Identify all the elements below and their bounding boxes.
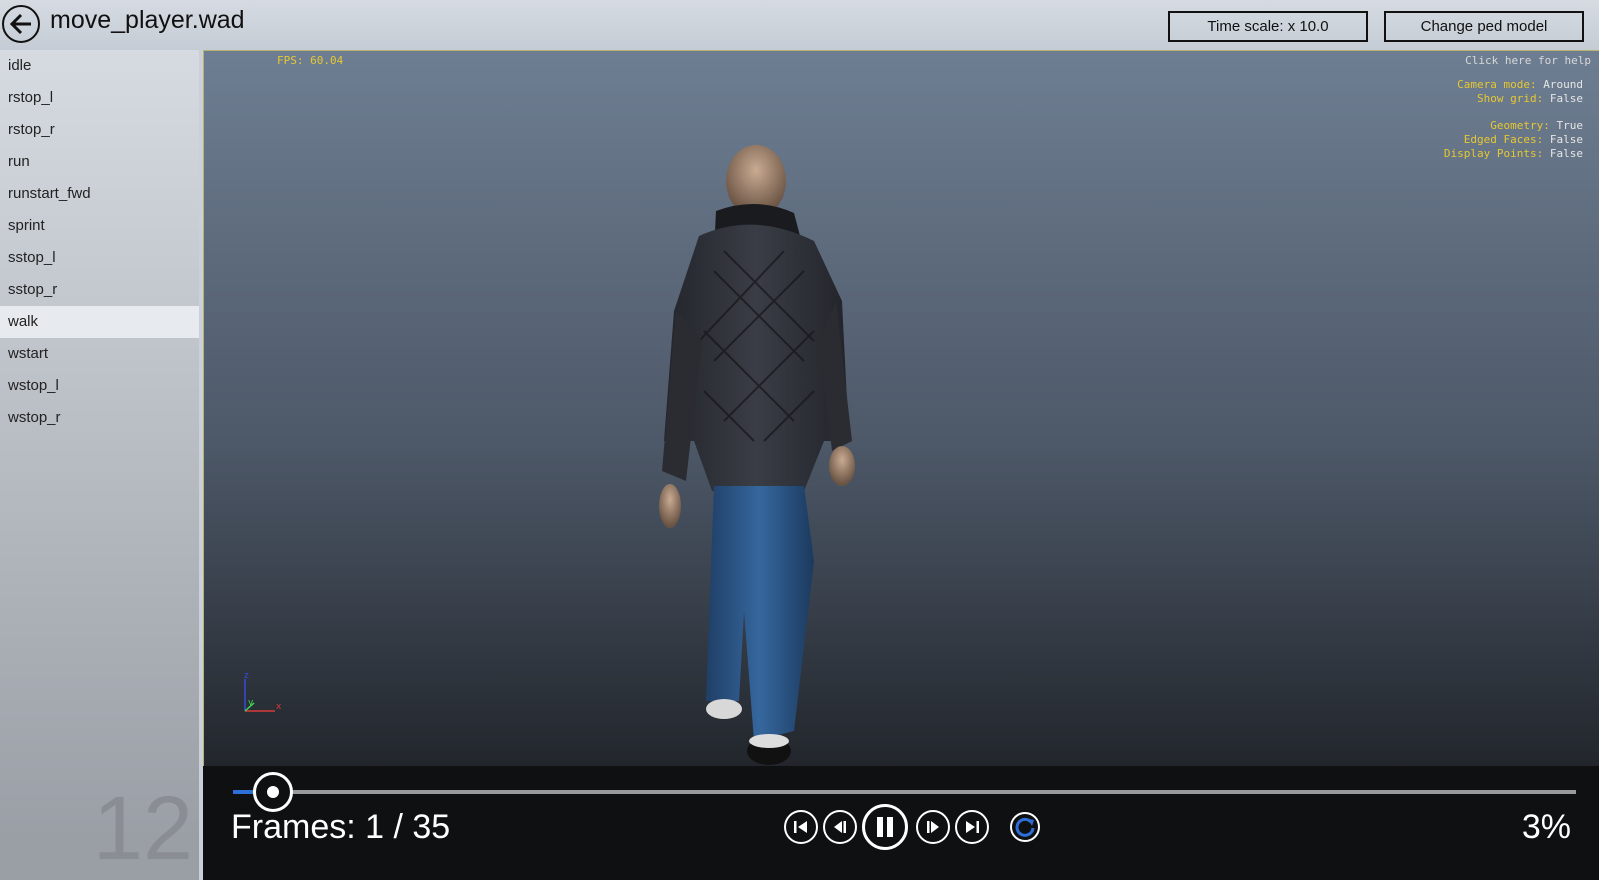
- geometry-label: Geometry:: [1490, 119, 1550, 132]
- progress-percent: 3%: [1521, 808, 1571, 846]
- animation-count: 12: [92, 779, 193, 879]
- title-bar: move_player.wad Time scale: x 10.0 Chang…: [0, 0, 1599, 50]
- edged-faces-value: False: [1549, 133, 1583, 146]
- display-points-value: False: [1549, 147, 1583, 160]
- list-item[interactable]: wstop_r: [0, 402, 199, 434]
- list-item[interactable]: idle: [0, 50, 199, 82]
- list-item[interactable]: sstop_r: [0, 274, 199, 306]
- next-frame-button[interactable]: [916, 810, 950, 844]
- first-frame-button[interactable]: [784, 810, 818, 844]
- geometry-value: True: [1556, 119, 1584, 132]
- help-link[interactable]: Click here for help: [1465, 54, 1591, 68]
- skip-to-end-icon: [966, 821, 979, 833]
- list-item[interactable]: runstart_fwd: [0, 178, 199, 210]
- axis-gizmo: z y x: [244, 671, 282, 712]
- axis-y-label: y: [248, 698, 254, 708]
- 3d-viewport[interactable]: FPS: 60.04 Click here for help Camera mo…: [203, 50, 1599, 766]
- loop-icon: [1010, 812, 1040, 842]
- display-points-label: Display Points:: [1443, 147, 1544, 160]
- timeline-thumb[interactable]: [253, 772, 294, 812]
- frames-counter: Frames: 1 / 35: [231, 808, 451, 846]
- animation-list: idle rstop_l rstop_r run runstart_fwd sp…: [0, 50, 199, 880]
- show-grid-label: Show grid:: [1477, 92, 1544, 105]
- list-item[interactable]: wstop_l: [0, 370, 199, 402]
- back-button[interactable]: [2, 5, 40, 43]
- time-scale-button[interactable]: Time scale: x 10.0: [1168, 11, 1368, 42]
- list-item-selected[interactable]: walk: [0, 306, 199, 338]
- axis-x-label: x: [276, 702, 282, 712]
- camera-mode-value: Around: [1543, 78, 1583, 91]
- list-item[interactable]: sprint: [0, 210, 199, 242]
- show-grid-value: False: [1549, 92, 1583, 105]
- page-title: move_player.wad: [50, 6, 245, 34]
- axis-z-label: z: [244, 671, 249, 681]
- edged-faces-label: Edged Faces:: [1463, 133, 1544, 146]
- playback-controls: Frames: 1 / 35 3%: [203, 766, 1599, 880]
- list-item[interactable]: rstop_l: [0, 82, 199, 114]
- loop-toggle[interactable]: [1008, 810, 1042, 844]
- viewport-settings: Camera mode: Around Show grid: False Geo…: [1444, 78, 1583, 161]
- timeline-slider[interactable]: [233, 772, 1576, 812]
- camera-mode-label: Camera mode:: [1457, 78, 1537, 91]
- pause-icon: [877, 817, 893, 837]
- change-ped-model-button[interactable]: Change ped model: [1384, 11, 1584, 42]
- list-item[interactable]: run: [0, 146, 199, 178]
- step-back-icon: [834, 821, 846, 833]
- ped-model: [659, 145, 855, 765]
- list-item[interactable]: rstop_r: [0, 114, 199, 146]
- list-item[interactable]: wstart: [0, 338, 199, 370]
- fps-counter: FPS: 60.04: [277, 54, 344, 67]
- last-frame-button[interactable]: [955, 810, 989, 844]
- arrow-left-icon: [9, 13, 31, 35]
- list-item[interactable]: sstop_l: [0, 242, 199, 274]
- pause-button[interactable]: [862, 804, 908, 850]
- step-forward-icon: [927, 821, 939, 833]
- previous-frame-button[interactable]: [823, 810, 857, 844]
- skip-to-start-icon: [794, 821, 807, 833]
